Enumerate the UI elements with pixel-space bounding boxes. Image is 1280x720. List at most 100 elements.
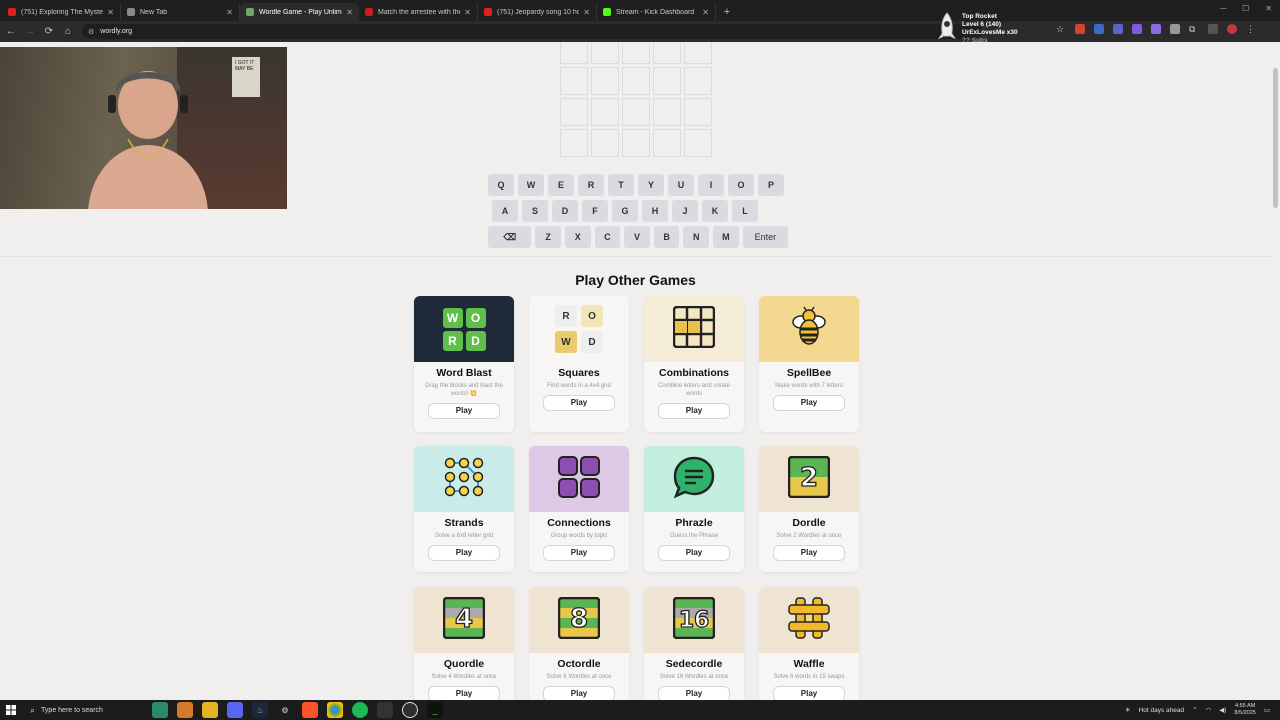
key-q[interactable]: Q — [488, 174, 514, 196]
game-card[interactable]: Phrazle Guess the Phrase Play — [644, 446, 744, 572]
tray-chevron-icon[interactable]: ⌃ — [1192, 706, 1197, 714]
forward-icon[interactable]: → — [22, 24, 38, 40]
game-card[interactable]: Strands Solve a 6x8 letter grid Play — [414, 446, 514, 572]
profile-avatar[interactable] — [1227, 24, 1237, 34]
extension-icon[interactable] — [1075, 24, 1085, 34]
windows-start-icon[interactable] — [0, 700, 22, 720]
game-card[interactable]: R O W D Squares Find words in a 4x4 grid Play — [529, 296, 629, 432]
app-icon[interactable] — [152, 702, 168, 718]
game-thumbnail[interactable]: 16 — [644, 587, 744, 653]
notifications-icon[interactable]: ▭ — [1264, 706, 1270, 714]
close-window-icon[interactable]: ✕ — [1265, 4, 1272, 13]
play-button[interactable]: Play — [773, 686, 845, 700]
key-o[interactable]: O — [728, 174, 754, 196]
browser-tab[interactable]: (751) Jeopardy song 10 hours✕ — [478, 3, 597, 21]
game-thumbnail[interactable]: 4 — [414, 587, 514, 653]
game-card[interactable]: 2 Dordle Solve 2 Wordles at once Play — [759, 446, 859, 572]
play-button[interactable]: Play — [428, 545, 500, 561]
game-thumbnail[interactable] — [529, 446, 629, 512]
browser-tab[interactable]: (751) Exploring The Mystery Sp ✕ — [2, 3, 121, 21]
file-explorer-icon[interactable] — [202, 702, 218, 718]
game-card[interactable]: Connections Group words by topic Play — [529, 446, 629, 572]
key-g[interactable]: G — [612, 200, 638, 222]
play-button[interactable]: Play — [428, 686, 500, 700]
key-p[interactable]: P — [758, 174, 784, 196]
tab-close-icon[interactable]: ✕ — [226, 8, 233, 17]
key-d[interactable]: D — [552, 200, 578, 222]
game-thumbnail[interactable]: 2 — [759, 446, 859, 512]
key-e[interactable]: E — [548, 174, 574, 196]
back-icon[interactable]: ← — [3, 24, 19, 40]
extension-icon[interactable] — [1151, 24, 1161, 34]
key-w[interactable]: W — [518, 174, 544, 196]
key-m[interactable]: M — [713, 226, 739, 248]
key-v[interactable]: V — [624, 226, 650, 248]
play-button[interactable]: Play — [658, 686, 730, 700]
play-button[interactable]: Play — [428, 403, 500, 419]
browser-tab[interactable]: New Tab ✕ — [121, 3, 240, 21]
game-thumbnail[interactable]: ROWD — [529, 296, 629, 362]
key-n[interactable]: N — [683, 226, 710, 248]
steam-icon[interactable]: ♨ — [252, 702, 268, 718]
key-c[interactable]: C — [594, 226, 621, 248]
game-thumbnail[interactable] — [759, 587, 859, 653]
key-s[interactable]: S — [522, 200, 548, 222]
extension-icon[interactable] — [1170, 24, 1180, 34]
game-card[interactable]: 4 Quordle Solve 4 Wordles at once Play — [414, 587, 514, 700]
site-info-icon[interactable]: ⚙ — [88, 28, 94, 36]
home-icon[interactable]: ⌂ — [60, 24, 76, 40]
key-r[interactable]: R — [578, 174, 604, 196]
network-icon[interactable]: ◠ — [1206, 706, 1212, 714]
taskbar-search[interactable]: ⌕ Type here to search — [22, 700, 130, 720]
key-y[interactable]: Y — [638, 174, 664, 196]
game-card[interactable]: SpellBee Make words with 7 letters Play — [759, 296, 859, 432]
play-button[interactable]: Play — [658, 403, 730, 419]
key-l[interactable]: L — [732, 200, 758, 222]
game-card[interactable]: W O R D Word Blast Drag the blocks and blast … — [414, 296, 514, 432]
key-t[interactable]: T — [608, 174, 634, 196]
puzzle-icon[interactable]: ⧉ — [1189, 24, 1199, 34]
weather-icon[interactable]: ☀ — [1125, 706, 1131, 714]
game-card[interactable]: 16 Sedecordle Solve 16 Wordles at once Play — [644, 587, 744, 700]
key-b[interactable]: B — [653, 226, 680, 248]
key-x[interactable]: X — [564, 226, 591, 248]
terminal-icon[interactable]: _ — [427, 702, 443, 718]
game-thumbnail[interactable] — [644, 296, 744, 362]
browser-tab[interactable]: Match the arrestee with their ✕ — [359, 3, 478, 21]
game-card[interactable]: 8 Octordle Solve 8 Wordles at once Play — [529, 587, 629, 700]
game-thumbnail[interactable]: 8 — [529, 587, 629, 653]
backspace-key[interactable]: ⌫ — [488, 226, 532, 248]
volume-icon[interactable]: ◀) — [1219, 706, 1226, 714]
game-thumbnail[interactable] — [759, 296, 859, 362]
tab-close-icon[interactable]: ✕ — [346, 8, 353, 17]
play-button[interactable]: Play — [543, 545, 615, 561]
tab-close-icon[interactable]: ✕ — [107, 8, 114, 17]
key-j[interactable]: J — [672, 200, 698, 222]
page-scrollbar[interactable] — [1271, 42, 1280, 700]
play-button[interactable]: Play — [658, 545, 730, 561]
extension-icon[interactable] — [1094, 24, 1104, 34]
key-z[interactable]: Z — [535, 226, 561, 248]
app-icon[interactable] — [177, 702, 193, 718]
key-f[interactable]: F — [582, 200, 608, 222]
browser-tab[interactable]: Wordle Game - Play Unlimited ✕ — [240, 3, 359, 21]
play-button[interactable]: Play — [773, 545, 845, 561]
key-i[interactable]: I — [698, 174, 724, 196]
tab-close-icon[interactable]: ✕ — [583, 8, 590, 17]
key-k[interactable]: K — [702, 200, 728, 222]
obs-icon[interactable] — [402, 702, 418, 718]
play-button[interactable]: Play — [773, 395, 845, 411]
game-card[interactable]: Waffle Solve 6 words in 15 swaps Play — [759, 587, 859, 700]
maximize-icon[interactable]: ☐ — [1242, 4, 1249, 13]
tab-close-icon[interactable]: ✕ — [702, 8, 709, 17]
bookmark-star-icon[interactable]: ☆ — [1056, 24, 1066, 34]
app-icon[interactable] — [377, 702, 393, 718]
game-thumbnail[interactable] — [414, 446, 514, 512]
tab-close-icon[interactable]: ✕ — [464, 8, 471, 17]
discord-icon[interactable] — [227, 702, 243, 718]
game-thumbnail[interactable] — [644, 446, 744, 512]
key-u[interactable]: U — [668, 174, 694, 196]
enter-key[interactable]: Enter — [742, 226, 789, 248]
extension-icon[interactable] — [1113, 24, 1123, 34]
spotify-icon[interactable] — [352, 702, 368, 718]
